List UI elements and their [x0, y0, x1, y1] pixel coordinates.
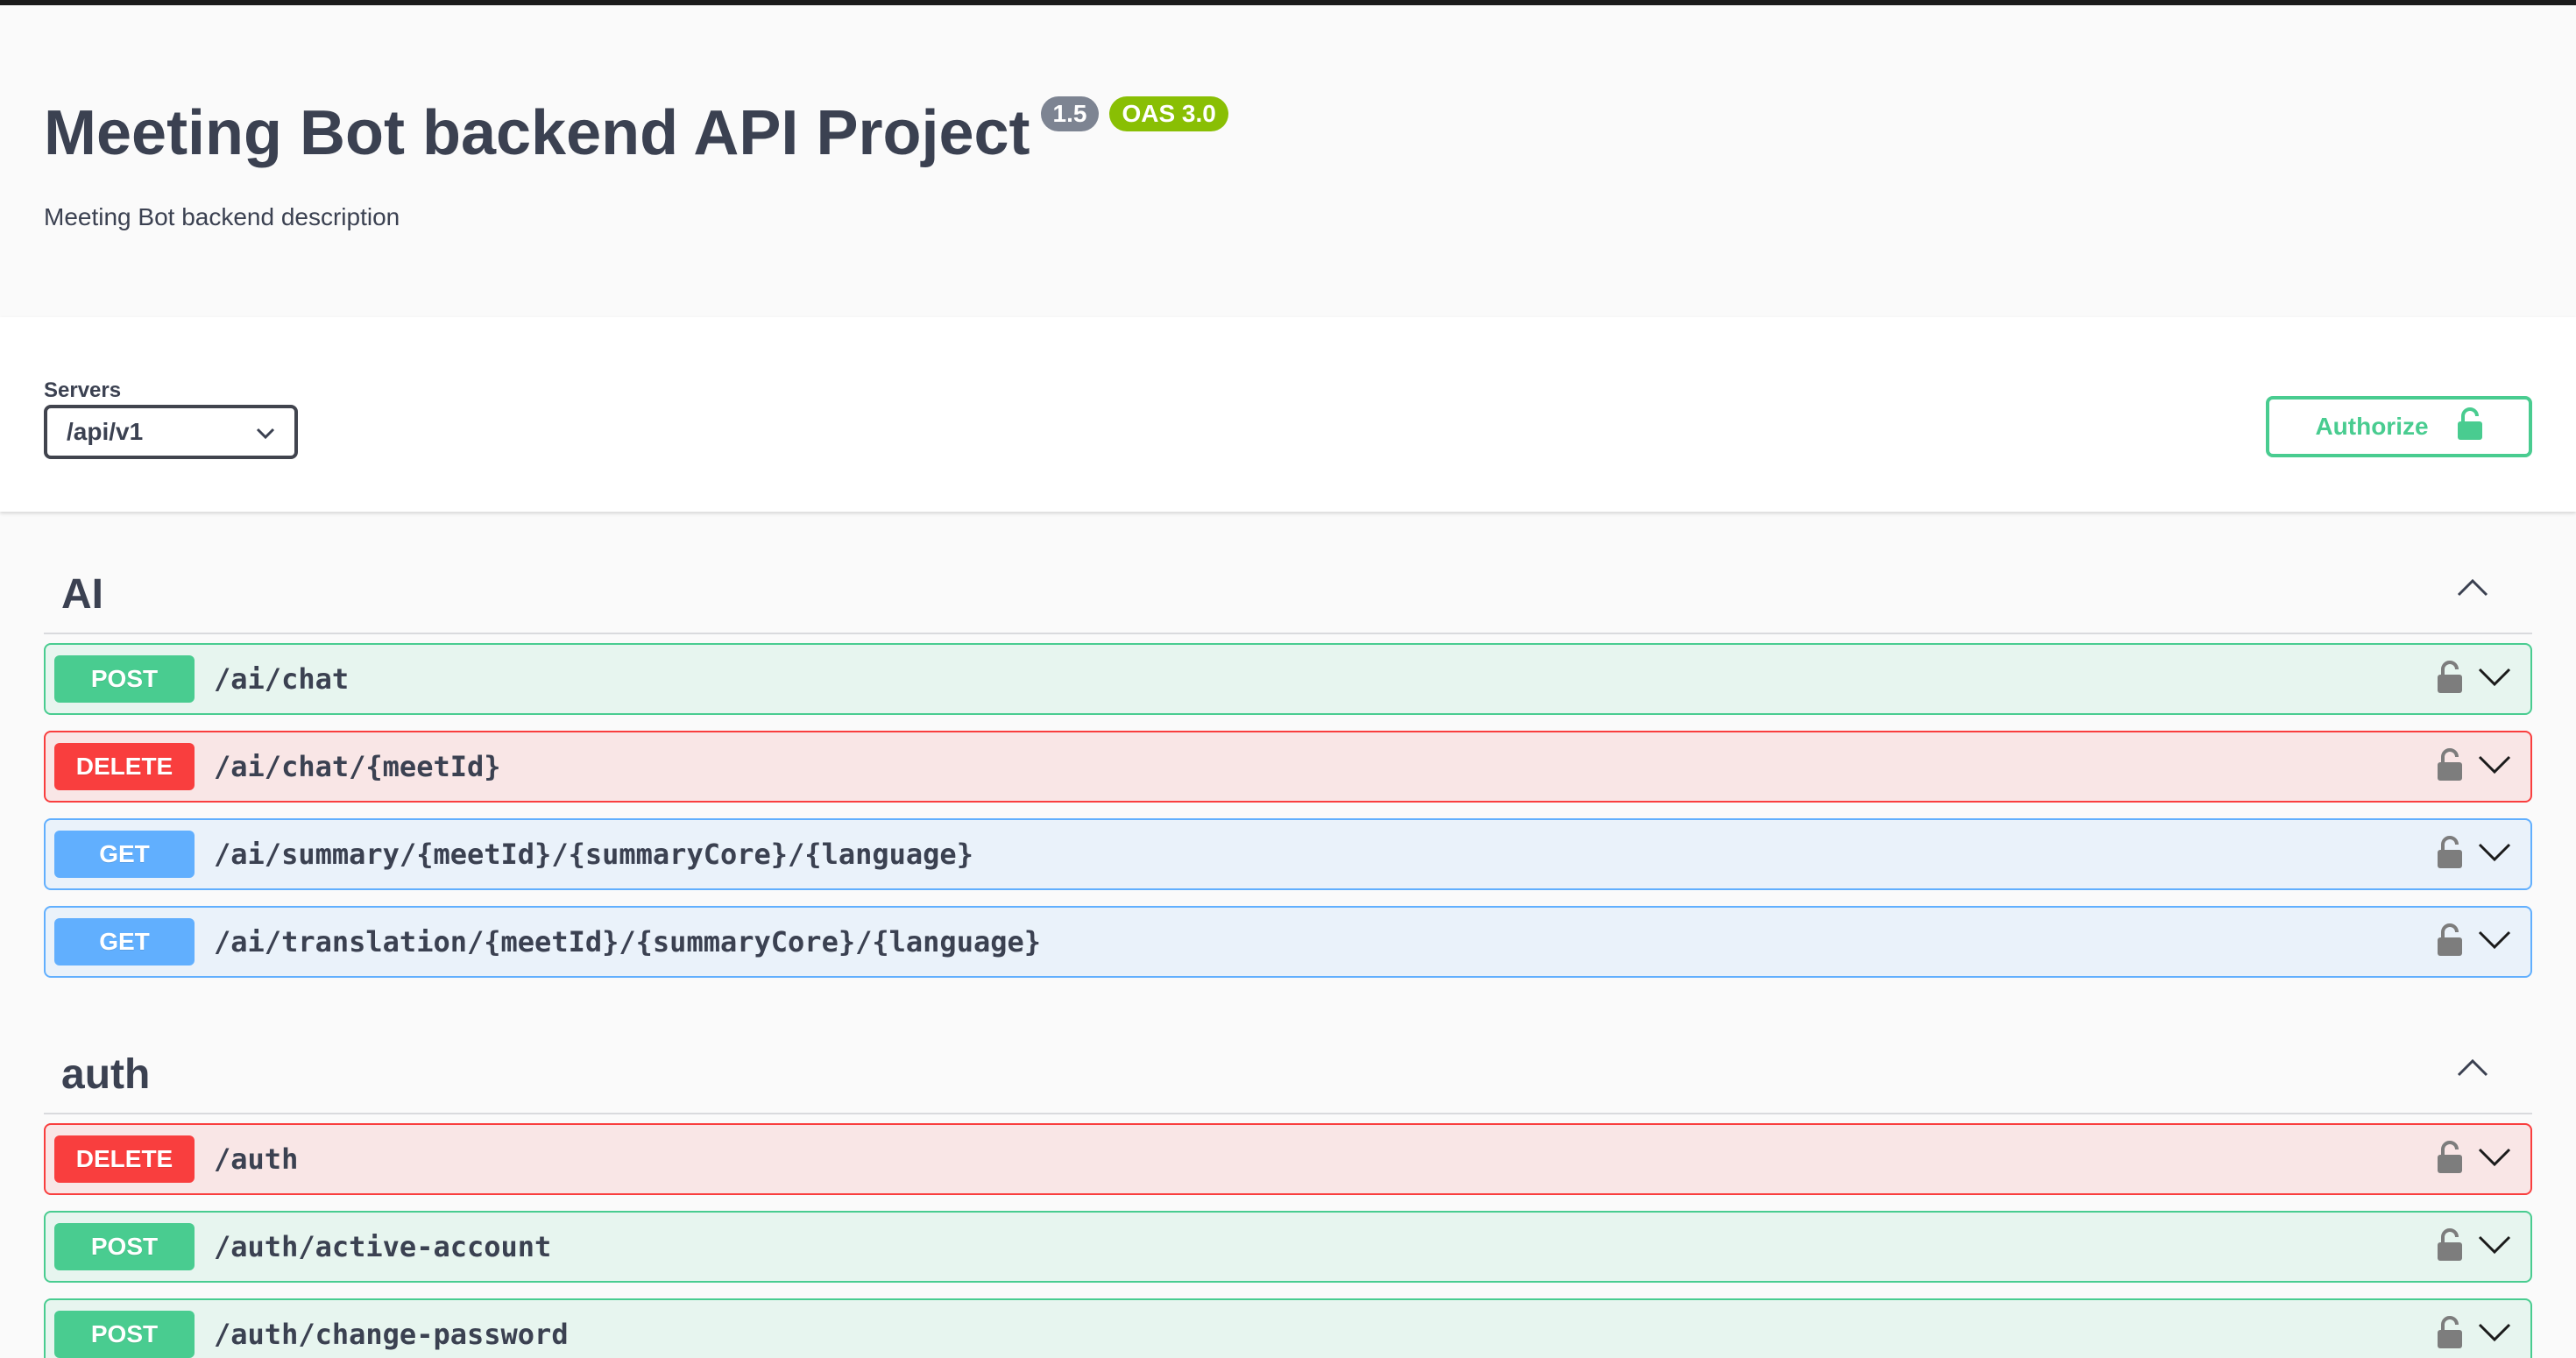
info-section: Meeting Bot backend API Project 1.5 OAS … — [0, 5, 2576, 317]
unlock-icon — [2457, 407, 2483, 447]
method-badge: POST — [54, 1311, 195, 1358]
authorize-label: Authorize — [2315, 413, 2429, 440]
lock-icon[interactable] — [2438, 836, 2462, 874]
scheme-container: Servers /api/v1 Authorize — [0, 317, 2576, 512]
method-badge: DELETE — [54, 1135, 195, 1183]
method-badge: POST — [54, 1223, 195, 1270]
operation-path: /ai/translation/{meetId}/{summaryCore}/{… — [214, 925, 1042, 958]
tag-header-ai[interactable]: AI — [44, 512, 2532, 634]
chevron-down-icon[interactable] — [2478, 1234, 2511, 1260]
lock-icon[interactable] — [2438, 1141, 2462, 1178]
operation-get-ai-summary[interactable]: GET /ai/summary/{meetId}/{summaryCore}/{… — [44, 818, 2532, 890]
operation-delete-auth[interactable]: DELETE /auth — [44, 1123, 2532, 1195]
chevron-down-icon[interactable] — [2478, 1322, 2511, 1347]
operation-post-auth-change-password[interactable]: POST /auth/change-password — [44, 1298, 2532, 1358]
chevron-down-icon[interactable] — [2478, 930, 2511, 955]
operation-path: /ai/summary/{meetId}/{summaryCore}/{lang… — [214, 838, 973, 871]
servers-select[interactable]: /api/v1 — [44, 405, 298, 459]
page-title: Meeting Bot backend API Project — [44, 98, 1030, 168]
tag-header-auth[interactable]: auth — [44, 994, 2532, 1114]
oas-badge: OAS 3.0 — [1109, 96, 1228, 131]
operation-path: /ai/chat/{meetId} — [214, 750, 501, 783]
operation-icons — [2438, 748, 2511, 786]
operation-delete-ai-chat-meetid[interactable]: DELETE /ai/chat/{meetId} — [44, 731, 2532, 803]
operation-icons — [2438, 836, 2511, 874]
chevron-down-icon[interactable] — [2478, 842, 2511, 867]
operation-icons — [2438, 1228, 2511, 1266]
operation-post-ai-chat[interactable]: POST /ai/chat — [44, 643, 2532, 715]
operation-path: /auth — [214, 1142, 299, 1176]
operation-icons — [2438, 661, 2511, 698]
api-description: Meeting Bot backend description — [44, 203, 400, 230]
tag-title: auth — [61, 1051, 151, 1098]
lock-icon[interactable] — [2438, 661, 2462, 698]
servers-label: Servers — [44, 378, 122, 402]
chevron-up-icon[interactable] — [2457, 1057, 2488, 1081]
chevron-down-icon — [256, 418, 275, 446]
method-badge: DELETE — [54, 743, 195, 790]
chevron-up-icon[interactable] — [2457, 577, 2488, 601]
lock-icon[interactable] — [2438, 923, 2462, 961]
chevron-down-icon[interactable] — [2478, 754, 2511, 780]
operations-wrapper: AI POST /ai/chat DELETE /ai/chat/{meetId… — [0, 512, 2576, 1358]
lock-icon[interactable] — [2438, 1316, 2462, 1354]
operation-icons — [2438, 1141, 2511, 1178]
lock-icon[interactable] — [2438, 748, 2462, 786]
lock-icon[interactable] — [2438, 1228, 2462, 1266]
operation-icons — [2438, 923, 2511, 961]
servers-selected-value: /api/v1 — [67, 418, 144, 445]
chevron-down-icon[interactable] — [2478, 1147, 2511, 1172]
operation-post-auth-active-account[interactable]: POST /auth/active-account — [44, 1211, 2532, 1283]
method-badge: GET — [54, 831, 195, 878]
operation-icons — [2438, 1316, 2511, 1354]
tag-title: AI — [61, 571, 103, 618]
operation-path: /auth/change-password — [214, 1318, 569, 1351]
version-badge: 1.5 — [1040, 96, 1100, 131]
authorize-button[interactable]: Authorize — [2266, 396, 2532, 457]
title-row: Meeting Bot backend API Project 1.5 OAS … — [44, 89, 1228, 177]
operation-path: /ai/chat — [214, 662, 350, 696]
method-badge: GET — [54, 918, 195, 965]
operation-get-ai-translation[interactable]: GET /ai/translation/{meetId}/{summaryCor… — [44, 906, 2532, 978]
method-badge: POST — [54, 655, 195, 703]
operation-path: /auth/active-account — [214, 1230, 552, 1263]
chevron-down-icon[interactable] — [2478, 667, 2511, 692]
